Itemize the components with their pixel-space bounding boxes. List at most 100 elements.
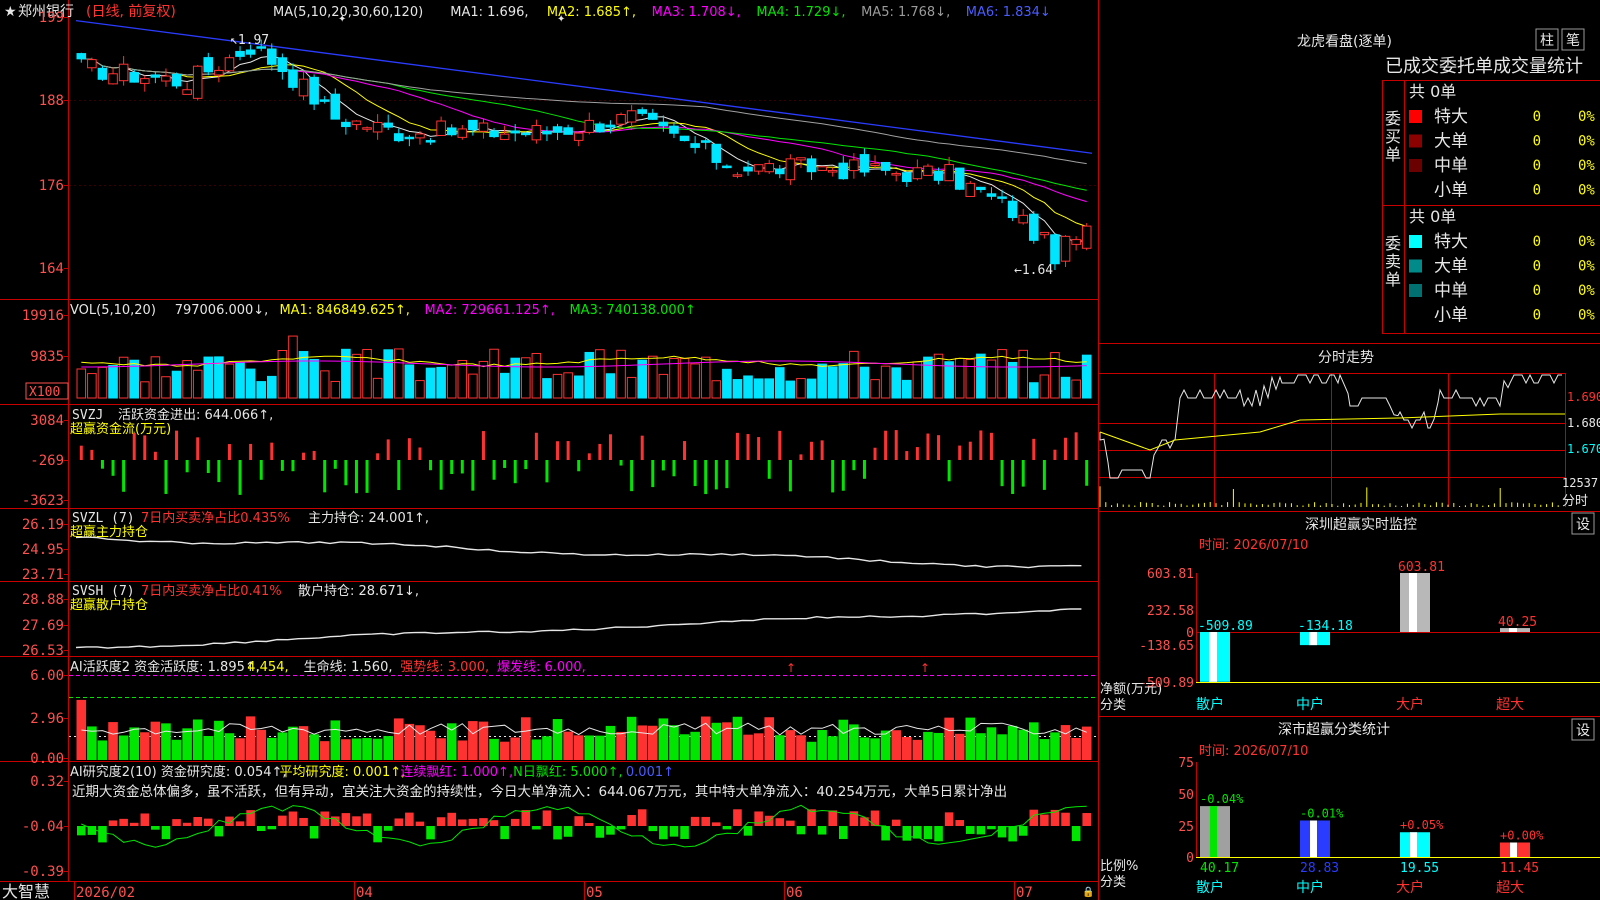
activity-bar (954, 733, 965, 760)
activity-bar (796, 735, 806, 760)
flow-bar (376, 453, 380, 460)
category-count: 0 (1533, 283, 1541, 299)
stat-title: 已成交委托单成交量统计 (1385, 56, 1583, 77)
flow-bar (841, 460, 845, 491)
research-bar (839, 826, 848, 840)
activity-bar (775, 735, 785, 760)
brand-label[interactable]: 大智慧 (2, 882, 50, 900)
volume-bar (351, 353, 362, 399)
activity-bar (1007, 725, 1018, 760)
axis-tick: -138.65 (1139, 639, 1194, 654)
research-bar (458, 819, 467, 826)
research-bar (235, 821, 245, 826)
activity-bar (626, 716, 637, 760)
category-count: 0 (1533, 158, 1541, 174)
zhu-button-label[interactable]: 柱 (1540, 33, 1554, 49)
flow-bar (1011, 460, 1015, 494)
activity-bar (499, 741, 510, 760)
research-bar (214, 826, 224, 837)
category-count: 0 (1533, 259, 1541, 275)
candle-body (679, 135, 690, 142)
axis-tick: 0 (1186, 851, 1194, 866)
volume-bar (806, 378, 817, 399)
research-bar (172, 819, 181, 826)
candle-body (140, 78, 150, 84)
research-bar (1061, 812, 1070, 826)
lock-icon[interactable]: 🔒 (1082, 886, 1094, 898)
category-count: 0 (1533, 183, 1541, 199)
activity-bar (1029, 722, 1039, 760)
activity-bar (108, 722, 118, 760)
svsh-axis: 28.88 27.69 26.53 (22, 592, 69, 659)
research-bar (108, 820, 118, 826)
candle-body (192, 65, 203, 99)
candle-body (446, 127, 457, 136)
research-bar (1018, 826, 1028, 836)
period-label[interactable]: (日线, 前复权) (86, 3, 176, 20)
class-change-label: +0.00% (1500, 828, 1544, 842)
research-bar (362, 813, 372, 826)
axis-tick: 603.81 (1147, 567, 1194, 582)
flow-bar (884, 430, 888, 460)
research-bar (405, 812, 414, 826)
category-name: 特大 (1434, 232, 1468, 252)
event-marker[interactable]: ✦ (557, 14, 565, 25)
research-bar (521, 810, 531, 826)
volume-bar (415, 380, 425, 399)
volume-bar (700, 356, 711, 399)
activity-bar (372, 738, 383, 760)
research-bar (383, 826, 393, 831)
flow-bar (450, 460, 454, 475)
bi-button-label[interactable]: 笔 (1566, 33, 1580, 49)
research-bar (828, 810, 837, 826)
candle-body (552, 126, 563, 133)
flow-bar (90, 449, 94, 460)
header-star: ★ (4, 4, 17, 20)
high-price-label: ↖1.97 (230, 33, 269, 48)
month-label: 04 (356, 885, 373, 900)
flow-bar (915, 447, 919, 460)
ai-active-bars (69, 675, 1098, 760)
flow-bar (524, 460, 528, 470)
legend-item: MA6: 1.834↓ (966, 5, 1051, 20)
research-bar (659, 826, 668, 840)
research-bar (786, 820, 795, 826)
event-marker[interactable]: ✦ (338, 14, 346, 25)
volume-bar (319, 370, 330, 399)
svzj-axis: 3084 -269 -3623 (22, 413, 69, 509)
candle-body (743, 166, 753, 172)
research-bar (860, 817, 869, 826)
activity-bar (785, 730, 796, 760)
research-bar (712, 822, 721, 826)
legend-item: 797006.000↓, (175, 303, 269, 318)
volume-bar (531, 352, 542, 399)
candle-body (605, 124, 616, 128)
sz-class-settings-label[interactable]: 设 (1576, 723, 1590, 739)
flow-bar (619, 460, 623, 466)
sz-monitor-settings-label[interactable]: 设 (1576, 517, 1590, 533)
volume-bar (150, 356, 161, 399)
candle-body (573, 132, 584, 141)
activity-bar (997, 734, 1007, 760)
flow-bar (1074, 432, 1078, 460)
svzj-subtitle: 超赢资金流(万元) (70, 421, 171, 437)
flow-bar (513, 460, 517, 484)
candle-body (224, 57, 235, 72)
candle-body (648, 112, 658, 120)
volume-bar (753, 378, 764, 399)
intraday-tick: 1.670 (1567, 442, 1600, 456)
buy-side-label: 委买单 (1385, 109, 1401, 164)
flow-bar (365, 460, 369, 493)
flow-bar (1064, 437, 1068, 460)
candle-body (214, 69, 224, 76)
ma-legend: MA(5,10,20,30,60,120) MA1: 1.696, MA2: 1.6… (273, 5, 1051, 20)
flow-bar (767, 460, 771, 479)
flow-bar (598, 443, 602, 460)
candle-body (753, 164, 764, 172)
flow-bar (1042, 460, 1046, 490)
flow-bar (397, 460, 401, 491)
volume-bar (637, 359, 648, 399)
volume-bar (616, 349, 626, 399)
volume-bar (1029, 382, 1039, 399)
legend-item: MA3: 740138.000↑ (569, 303, 695, 318)
